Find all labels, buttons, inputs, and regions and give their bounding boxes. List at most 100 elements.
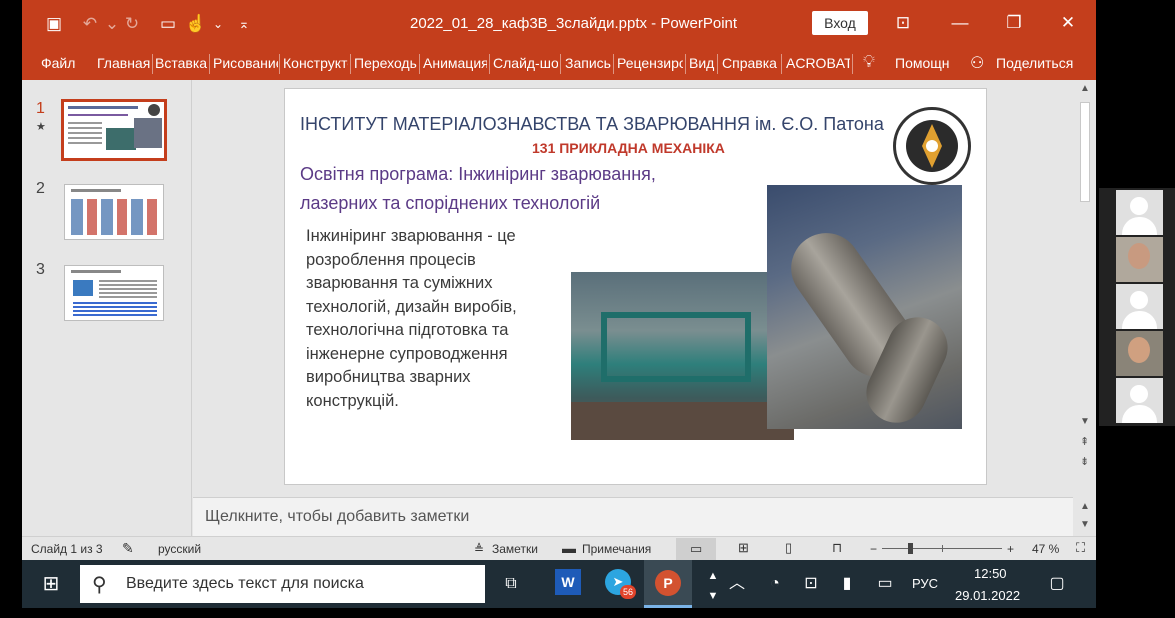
slide-counter: Слайд 1 из 3 (31, 542, 103, 556)
powerpoint-taskbar-button[interactable]: P (644, 560, 692, 608)
zoom-slider-handle[interactable] (908, 543, 913, 554)
thumbnail-slide-2[interactable] (64, 184, 164, 240)
microphone-icon[interactable]: ▮ (832, 570, 862, 598)
divider (350, 54, 351, 74)
touch-mode-icon[interactable]: ☝ (184, 12, 208, 36)
normal-view-button[interactable]: ▭ (676, 538, 716, 560)
share-button[interactable]: Поделиться (996, 55, 1076, 71)
divider (209, 54, 210, 74)
notes-placeholder[interactable]: Щелкните, чтобы добавить заметки (205, 508, 469, 526)
powerpoint-window: ▣ ↶ ⌄ ↻ ▭ ☝ ⌄ ⌅ 2022_01_28_каф3В_3слайди… (22, 0, 1096, 560)
scroll-up-icon[interactable]: ▲ (1080, 83, 1090, 94)
reading-view-icon[interactable]: ▯ (785, 540, 792, 556)
thumb-logos (71, 199, 159, 235)
zoom-slider[interactable] (882, 543, 1002, 554)
tab-insert[interactable]: Вставка (155, 55, 207, 71)
comments-icon[interactable]: ▬ (562, 540, 576, 556)
tab-animations[interactable]: Анимация (423, 55, 487, 71)
tab-help[interactable]: Справка (722, 55, 779, 71)
scroll-down-icon[interactable]: ▼ (1080, 416, 1090, 427)
language-indicator[interactable]: русский (158, 542, 201, 556)
tab-acrobat[interactable]: ACROBAT (786, 55, 850, 71)
tab-home[interactable]: Главная (97, 55, 151, 71)
spellcheck-icon[interactable]: ✎ (122, 540, 134, 557)
input-language[interactable]: РУС (912, 576, 938, 591)
customize-toolbar-icon[interactable]: ⌅ (232, 12, 256, 36)
lightbulb-icon[interactable]: 💡︎ (863, 52, 875, 72)
notes-icon[interactable]: ≜ (474, 542, 484, 556)
show-hidden-icons-icon[interactable]: ︿ (722, 570, 752, 598)
thumb-image (73, 280, 93, 296)
participant-face (1128, 337, 1150, 363)
participant-tile[interactable] (1116, 284, 1163, 329)
start-icon[interactable]: ⊞ (36, 570, 66, 598)
notifications-icon[interactable]: ▢ (1042, 570, 1072, 598)
thumb-number: 2 (36, 180, 45, 197)
thumbnail-slide-3[interactable] (64, 265, 164, 321)
tab-draw[interactable]: Рисование (213, 55, 278, 71)
prev-slide-icon[interactable]: ⇞ (1080, 435, 1089, 448)
tab-view[interactable]: Вид (689, 55, 715, 71)
slide-canvas[interactable]: ІНСТИТУТ МАТЕРІАЛОЗНАВСТВА ТА ЗВАРЮВАННЯ… (284, 88, 987, 485)
person-icon[interactable]: ⚇ (970, 53, 984, 73)
title-bar: ▣ ↶ ⌄ ↻ ▭ ☝ ⌄ ⌅ 2022_01_28_каф3В_3слайди… (22, 0, 1096, 46)
minimize-button[interactable]: — (945, 10, 975, 36)
tab-design[interactable]: Конструктор (283, 55, 348, 71)
clock-time[interactable]: 12:50 (974, 566, 1007, 581)
battery-icon[interactable]: ▭ (870, 570, 900, 598)
vertical-scrollbar[interactable]: ▲ ▼ ⇞ ⇟ (1075, 80, 1096, 495)
participant-tile[interactable] (1116, 331, 1163, 376)
zoom-out-button[interactable]: − (870, 542, 877, 556)
divider (489, 54, 490, 74)
tab-slideshow[interactable]: Слайд-шоу (493, 55, 558, 71)
next-slide-icon[interactable]: ⇟ (1080, 455, 1089, 468)
tell-me-search[interactable]: Помощн (895, 55, 953, 71)
undo-icon[interactable]: ↶ (78, 12, 102, 36)
taskbar-search-box[interactable]: ⚲ Введите здесь текст для поиска (80, 565, 485, 603)
comments-button[interactable]: Примечания (582, 542, 651, 556)
divider (852, 54, 853, 74)
scroll-down-icon[interactable]: ▼ (1080, 519, 1090, 530)
restore-button[interactable]: ❐ (999, 10, 1029, 36)
program-line-2[interactable]: лазерних та споріднених технологій (300, 193, 600, 214)
avatar-icon (1130, 197, 1148, 215)
program-line-1[interactable]: Освітня програма: Інжиніринг зварювання, (300, 164, 656, 185)
meet-now-icon[interactable]: ⊡ (796, 570, 826, 598)
participant-tile[interactable] (1116, 378, 1163, 423)
word-app-icon[interactable]: W (555, 569, 581, 595)
touch-dropdown-icon[interactable]: ⌄ (206, 12, 230, 36)
zoom-in-button[interactable]: + (1007, 542, 1014, 556)
tab-record[interactable]: Запись (565, 55, 611, 71)
welding-machine-image[interactable] (571, 272, 794, 440)
slide-sorter-icon[interactable]: ⊞ (738, 540, 749, 556)
thumb-image (106, 128, 136, 150)
department-logo[interactable] (893, 107, 971, 185)
clock-date[interactable]: 29.01.2022 (955, 588, 1020, 603)
pipe-part-image[interactable] (767, 185, 962, 433)
tab-review[interactable]: Рецензирование (617, 55, 683, 71)
participant-tile[interactable] (1116, 237, 1163, 282)
slideshow-view-icon[interactable]: ⊓ (832, 540, 842, 556)
close-button[interactable]: ✕ (1053, 10, 1083, 36)
wifi-icon[interactable]: ◔ (760, 570, 790, 598)
notes-scrollbar[interactable]: ▲ ▼ (1075, 497, 1096, 536)
thumbnail-slide-1[interactable] (61, 99, 167, 161)
tab-file[interactable]: Файл (41, 55, 77, 71)
participant-tile[interactable] (1116, 190, 1163, 235)
presentation-icon[interactable]: ▭ (156, 12, 180, 36)
fit-to-window-icon[interactable]: ⛶ (1076, 540, 1085, 556)
slide-title[interactable]: ІНСТИТУТ МАТЕРІАЛОЗНАВСТВА ТА ЗВАРЮВАННЯ… (300, 114, 884, 135)
slide-body-text[interactable]: Інжиніринг зварювання - це розроблення п… (306, 225, 556, 413)
zoom-level[interactable]: 47 % (1032, 542, 1059, 556)
save-icon[interactable]: ▣ (42, 12, 66, 36)
notes-button[interactable]: Заметки (492, 542, 538, 556)
redo-icon[interactable]: ↻ (120, 12, 144, 36)
sign-in-button[interactable]: Вход (812, 11, 868, 35)
ribbon-display-icon[interactable]: ⊡ (888, 10, 918, 36)
tab-transitions[interactable]: Переходы (354, 55, 417, 71)
notes-pane[interactable]: Щелкните, чтобы добавить заметки (193, 497, 1073, 536)
task-view-icon[interactable]: ⧉ (496, 570, 526, 598)
scroll-up-icon[interactable]: ▲ (1080, 501, 1090, 512)
slide-subtitle[interactable]: 131 ПРИКЛАДНА МЕХАНІКА (532, 140, 725, 156)
scroll-thumb[interactable] (1080, 102, 1090, 202)
